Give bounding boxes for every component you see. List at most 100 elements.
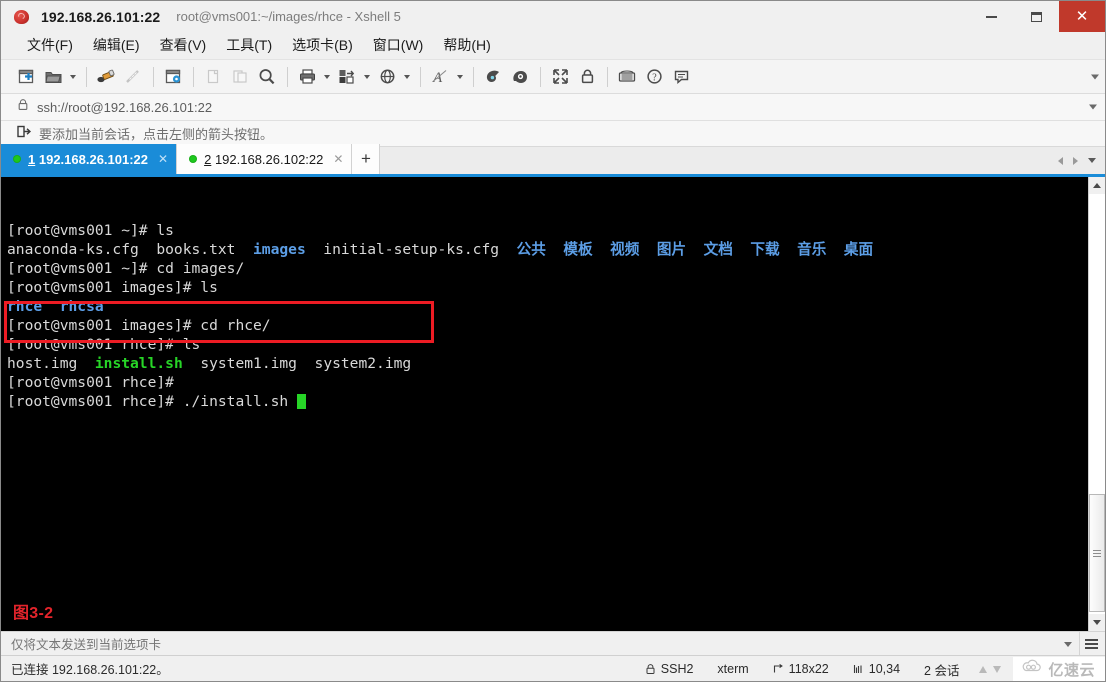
scrollbar-track[interactable] [1089,194,1105,614]
tab-2-close-icon[interactable]: ✕ [333,153,343,165]
terminal-text: 公共 模板 视频 图片 文档 下载 音乐 桌面 [516,241,874,258]
menu-tools[interactable]: 工具(T) [216,33,282,58]
minimize-button[interactable] [969,1,1014,32]
status-cursor-value: 10,34 [868,662,901,676]
toolbar: A [1,60,1105,94]
tab-scroll-left-icon[interactable] [1053,147,1068,174]
terminal-text: [root@vms001 rhce]# ls [7,336,201,353]
terminal-scrollbar[interactable] [1088,177,1105,631]
tab-1-close-icon[interactable]: ✕ [158,153,168,165]
status-protocol-value: SSH2 [660,662,694,676]
scrollbar-thumb[interactable] [1089,494,1105,612]
print-icon[interactable] [294,64,320,90]
xshell-icon [13,8,31,26]
close-icon: ✕ [1075,7,1089,25]
status-size-value: 118x22 [788,662,829,676]
address-input[interactable]: ssh://root@192.168.26.101:22 [37,100,212,115]
find-icon[interactable] [254,64,280,90]
menu-window[interactable]: 窗口(W) [363,33,434,58]
toolbar-divider [287,66,288,87]
connection-status-text: 已连接 192.168.26.101:22。 [11,663,169,677]
menu-file[interactable]: 文件(F) [17,33,83,58]
terminal-line: anaconda-ks.cfg books.txt images initial… [7,240,1088,259]
disconnect-icon[interactable] [120,64,146,90]
toolbar-divider [473,66,474,87]
paste-icon[interactable] [227,64,253,90]
terminal-text: [root@vms001 images]# ls [7,279,218,296]
font-icon[interactable]: A [427,64,453,90]
new-session-icon[interactable] [13,64,39,90]
terminal-text: [root@vms001 ~]# ls [7,222,174,239]
tab-2-label: 192.168.26.102:22 [214,151,324,167]
scrollbar-grip [1093,548,1101,559]
print-dropdown-icon[interactable] [321,64,332,90]
scroll-down-icon[interactable] [1089,614,1105,631]
chat-icon[interactable] [668,64,694,90]
terminal-line: [root@vms001 ~]# ls [7,221,1088,240]
new-tab-button[interactable]: + [352,144,381,174]
scroll-up-icon[interactable] [1089,177,1105,194]
help-icon[interactable]: ? [641,64,667,90]
tab-scroll-right-icon[interactable] [1068,147,1083,174]
tab-session-2[interactable]: 2 192.168.26.102:22 ✕ [177,144,353,174]
script-icon[interactable] [507,64,533,90]
send-bar-dropdown-icon[interactable] [1057,632,1079,656]
toolbar-divider [86,66,87,87]
close-button[interactable]: ✕ [1059,1,1105,32]
globe-dropdown-icon[interactable] [401,64,412,90]
status-cursor-position: 10,34 [841,662,912,676]
figure-label: 图3-2 [13,605,54,622]
terminal-text: anaconda-ks.cfg books.txt [7,241,254,258]
menu-help[interactable]: 帮助(H) [433,33,500,58]
status-bar: 已连接 192.168.26.101:22。 SSH2 xterm 118x22… [1,655,1105,681]
keyboard-icon[interactable] [614,64,640,90]
lock-icon [645,663,656,675]
tab-session-1[interactable]: 1 192.168.26.101:22 ✕ [1,144,178,174]
terminal-text: install.sh [94,355,183,372]
add-session-arrow-icon[interactable] [17,125,32,143]
terminal-text: images [253,241,306,258]
watermark: 亿速云 [1013,657,1105,681]
fullscreen-icon[interactable] [547,64,573,90]
menu-tabs[interactable]: 选项卡(B) [282,33,363,58]
window-controls: ✕ [969,1,1105,32]
copy-icon[interactable] [200,64,226,90]
status-size: 118x22 [761,662,841,676]
terminal-line: [root@vms001 ~]# cd images/ [7,259,1088,278]
address-bar[interactable]: ssh://root@192.168.26.101:22 [1,94,1105,121]
layout-dropdown-icon[interactable] [361,64,372,90]
maximize-button[interactable] [1014,1,1059,32]
log-icon[interactable] [480,64,506,90]
toolbar-overflow-icon[interactable] [1091,74,1099,79]
properties-icon[interactable] [160,64,186,90]
open-folder-dropdown-icon[interactable] [67,64,78,90]
status-protocol: SSH2 [633,662,706,676]
status-session-value: 2 会话 [924,663,960,678]
menu-view[interactable]: 查看(V) [150,33,217,58]
tab-2-number: 2 [204,151,212,167]
terminal-line: rhce rhcsa [7,297,1088,316]
lock-icon[interactable] [574,64,600,90]
tab-1-number: 1 [28,151,36,167]
tab-1-label: 192.168.26.101:22 [38,151,149,167]
resize-icon [773,663,784,675]
globe-icon[interactable] [374,64,400,90]
terminal-text: rhce rhcsa [7,298,104,315]
menu-edit[interactable]: 编辑(E) [83,33,150,58]
terminal-line: host.img install.sh system1.img system2.… [7,354,1088,373]
tab-list-dropdown-icon[interactable] [1083,147,1101,174]
lock-icon [17,98,29,116]
send-bar-menu-icon[interactable] [1079,632,1103,656]
open-folder-icon[interactable] [40,64,66,90]
send-bar[interactable]: 仅将文本发送到当前选项卡 [1,631,1105,656]
font-dropdown-icon[interactable] [454,64,465,90]
send-bar-controls [1057,632,1103,656]
window-title-ip: 192.168.26.101:22 [41,8,161,25]
send-bar-placeholder: 仅将文本发送到当前选项卡 [11,638,162,652]
terminal-output[interactable]: [root@vms001 ~]# ls anaconda-ks.cfg books… [1,177,1088,631]
connected-status-icon [189,155,198,163]
address-dropdown-icon[interactable] [1089,104,1097,110]
tab-bar: 1 192.168.26.101:22 ✕ 2 192.168.26.102:2… [1,144,1105,177]
transfer-file-icon[interactable] [93,64,119,90]
layout-icon[interactable] [334,64,360,90]
